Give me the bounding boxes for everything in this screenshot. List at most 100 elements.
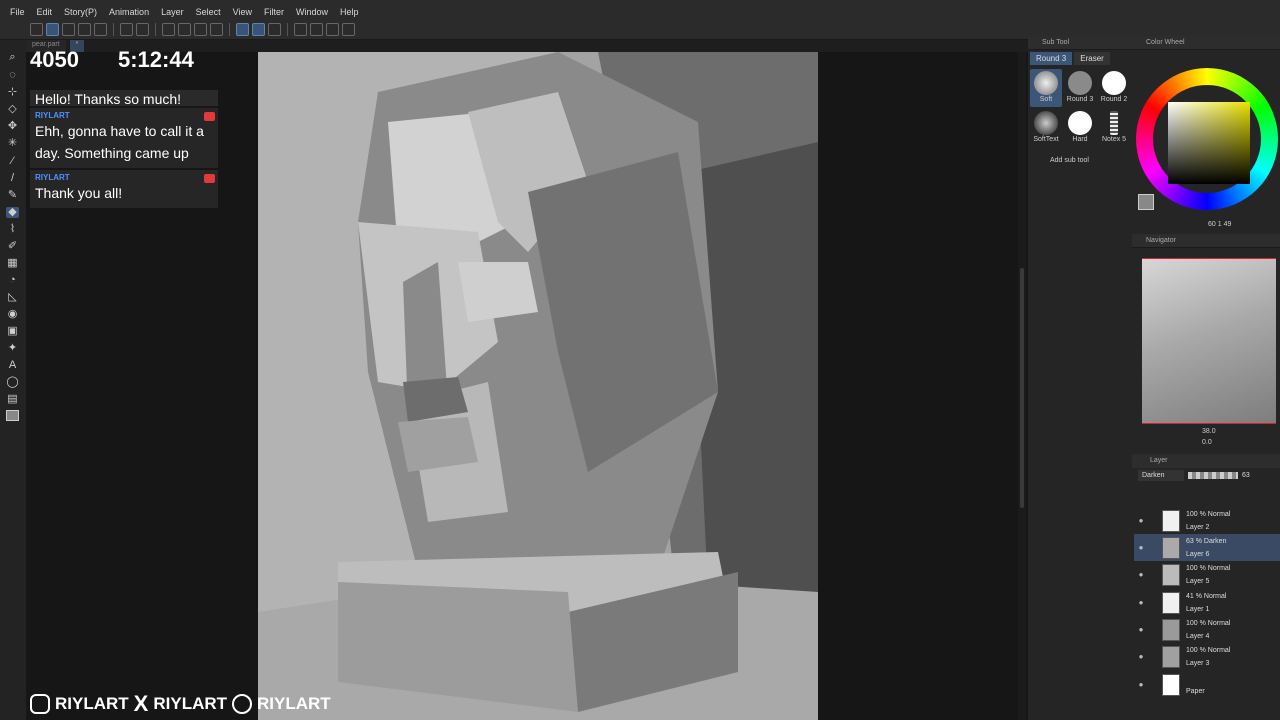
menu-edit[interactable]: Edit [31,7,59,17]
eye-icon[interactable]: ● [1135,570,1147,579]
eye-icon[interactable]: ● [1135,598,1147,607]
pen-icon[interactable]: / [6,173,19,184]
pencil-icon[interactable]: ✎ [6,190,19,201]
eye-icon[interactable]: ● [1135,543,1147,552]
move-icon[interactable]: ✥ [6,121,19,132]
menu-icon[interactable] [30,23,43,36]
stroke-icon[interactable] [236,23,249,36]
brush-hard[interactable]: Hard [1064,109,1096,147]
layer-row-selected[interactable]: ● 63 % Darken Layer 6 [1134,534,1280,561]
grid-icon[interactable] [342,23,355,36]
chat-overlay: Hello! Thanks so much! RIYLART Ehh, gonn… [30,90,218,208]
eye-icon[interactable]: ● [1135,652,1147,661]
save-icon[interactable] [94,23,107,36]
brush-notex-5[interactable]: Notex 5 [1098,109,1130,147]
layer-row[interactable]: ● 100 % Normal Layer 3 [1134,643,1280,670]
vector-icon[interactable]: ✦ [6,343,19,354]
new-file-icon[interactable] [78,23,91,36]
airbrush-icon[interactable]: ✐ [6,241,19,252]
layer-blend: 41 % Normal [1186,592,1227,600]
layer-info: 100 % Normal Layer 4 [1186,617,1230,643]
blend-mode-select[interactable]: Darken [1138,470,1184,481]
brush-label: SoftText [1033,136,1059,143]
redo-icon[interactable] [136,23,149,36]
layer-row[interactable]: ● Paper [1134,671,1280,698]
select-icon[interactable]: ◇ [6,104,19,115]
opacity-slider[interactable] [1188,472,1238,479]
brush-softtext[interactable]: SoftText [1030,109,1062,147]
brush-label: Hard [1072,136,1088,143]
menu-help[interactable]: Help [334,7,365,17]
color-wheel[interactable]: 60 1 49 [1132,50,1280,228]
stream-timer: 5:12:44 [118,47,194,72]
view-rotate-icon[interactable] [310,23,323,36]
ruler-icon[interactable] [268,23,281,36]
layer-thumbnail [1162,673,1180,696]
brush-soft[interactable]: Soft [1030,69,1062,107]
stabilizer-icon[interactable] [252,23,265,36]
menu-view[interactable]: View [227,7,258,17]
layer-row[interactable]: ● 100 % Normal Layer 5 [1134,561,1280,588]
zoom-icon[interactable]: ⌕ [6,52,19,63]
bucket-icon[interactable]: ◉ [6,309,19,320]
layer-row[interactable]: ● 100 % Normal Layer 4 [1134,616,1280,643]
tab-round-3[interactable]: Round 3 [1030,52,1073,65]
menu-filter[interactable]: Filter [258,7,290,17]
menu-story[interactable]: Story(P) [58,7,103,17]
loading-icon[interactable] [162,23,175,36]
menu-window[interactable]: Window [290,7,334,17]
undo-icon[interactable] [120,23,133,36]
current-color-swatch[interactable] [1138,194,1154,210]
navigator-title: Navigator [1132,234,1280,248]
chat-message-cut: Hello! Thanks so much! [30,90,218,106]
layer-blend: 63 % Darken [1186,537,1227,545]
menu-file[interactable]: File [4,7,31,17]
brush-mode-icon[interactable] [46,23,59,36]
canvas-painting[interactable] [258,52,818,720]
app-window: File Edit Story(P) Animation Layer Selec… [0,0,1280,720]
navigator-preview[interactable] [1142,258,1276,424]
chat-text: Thank you all! [35,185,123,201]
brush-round-3[interactable]: Round 3 [1064,69,1096,107]
figure-icon[interactable]: ◺ [6,292,19,303]
blend-icon[interactable]: ◔ [6,275,19,286]
saturation-square[interactable] [1168,102,1250,184]
transform-icon[interactable] [210,23,223,36]
main-color-swatch[interactable] [6,410,19,421]
round-brush-icon [1068,71,1092,95]
auto-select-icon[interactable]: ⊹ [6,87,19,98]
layer-row[interactable]: ● 100 % Normal Layer 2 [1134,507,1280,534]
canvas-scroll-thumb[interactable] [1020,268,1024,508]
menu-animation[interactable]: Animation [103,7,155,17]
flip-icon[interactable] [326,23,339,36]
tab-eraser[interactable]: Eraser [1074,52,1110,65]
brush-icon[interactable]: ⌇ [6,224,19,235]
eye-icon[interactable]: ● [1135,680,1147,689]
menu-select[interactable]: Select [190,7,227,17]
soft-brush-icon [1034,71,1058,95]
settings-icon[interactable] [62,23,75,36]
eraser-icon[interactable]: ◆ [6,207,19,218]
layer-info: 100 % Normal Layer 3 [1186,644,1230,670]
ruler-tool-icon[interactable]: ▤ [6,394,19,405]
navigator-zoom[interactable]: 38.0 [1132,424,1280,435]
brush-round-2[interactable]: Round 2 [1098,69,1130,107]
clear-icon[interactable] [178,23,191,36]
pattern-icon[interactable]: ▦ [6,258,19,269]
gradient-icon[interactable]: ▣ [6,326,19,337]
magic-wand-icon[interactable]: ✳ [6,138,19,149]
text-icon[interactable]: A [6,360,19,371]
layer-name: Layer 5 [1186,577,1210,585]
balloon-icon[interactable]: ◯ [6,377,19,388]
lasso-icon[interactable]: ◌ [6,70,19,81]
fill-icon[interactable] [194,23,207,36]
eye-icon[interactable]: ● [1135,625,1147,634]
layer-name: Layer 1 [1186,605,1210,613]
eyedropper-icon[interactable]: ⁄ [6,156,19,167]
layer-row[interactable]: ● 41 % Normal Layer 1 [1134,589,1280,616]
add-sub-tool-button[interactable]: Add sub tool [1028,149,1132,164]
eye-icon[interactable]: ● [1135,516,1147,525]
document-icon[interactable] [294,23,307,36]
navigator-rotation[interactable]: 0.0 [1132,435,1280,446]
menu-layer[interactable]: Layer [155,7,190,17]
